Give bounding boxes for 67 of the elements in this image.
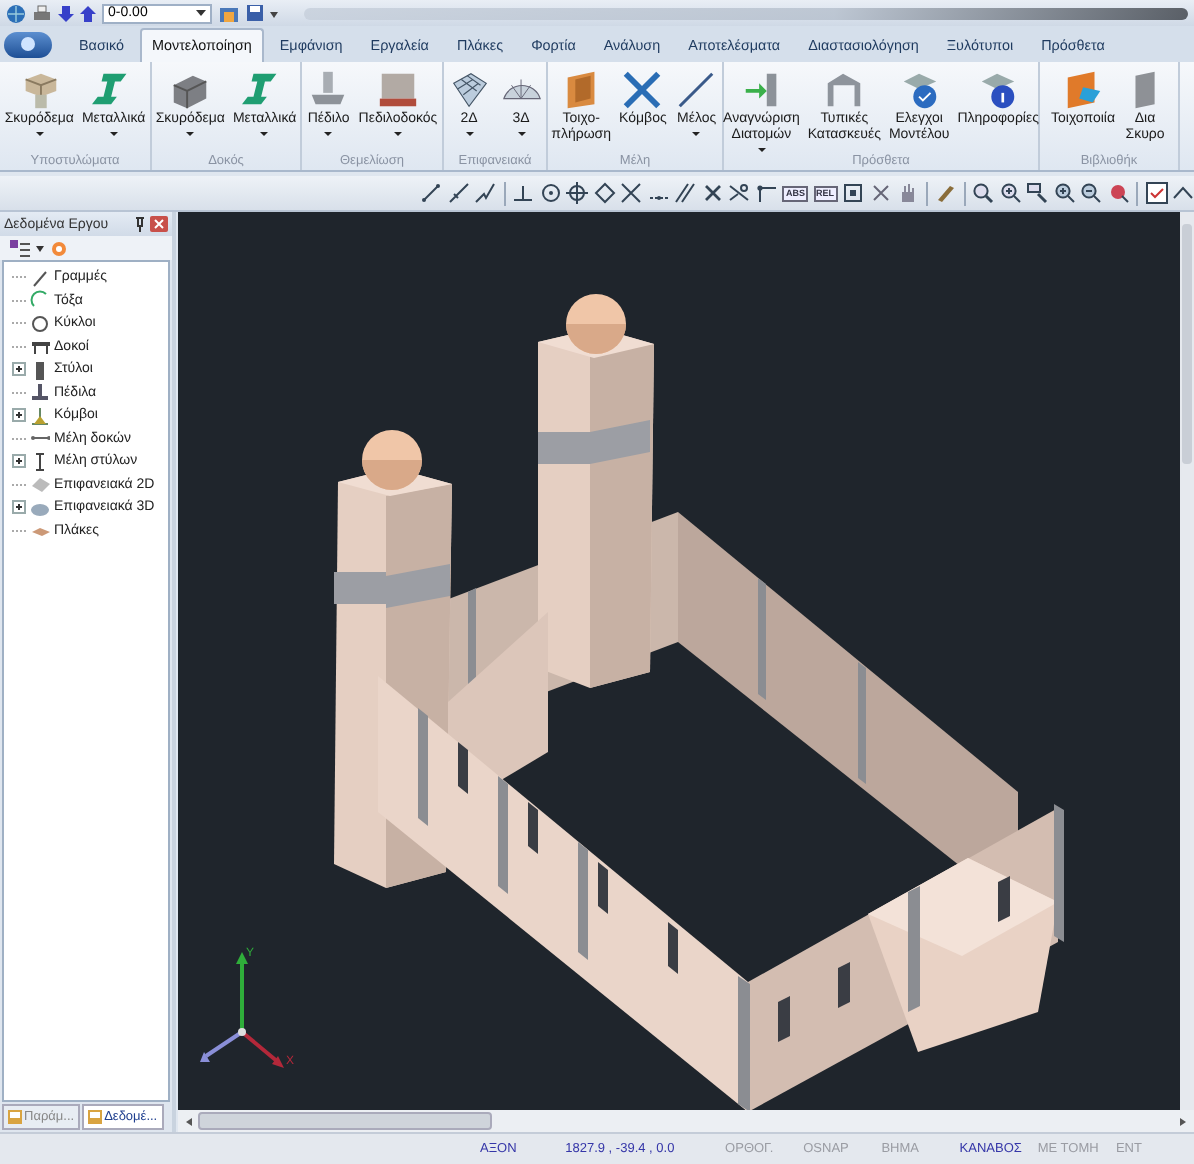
strip-footing-icon — [375, 68, 420, 112]
tree-view-icon[interactable] — [10, 239, 30, 257]
down-arrow-icon[interactable] — [58, 3, 74, 23]
window-select-icon[interactable] — [842, 182, 864, 204]
grid-surface-icon — [447, 68, 491, 112]
node-icon — [620, 68, 665, 112]
diamond-snap-icon[interactable] — [593, 182, 616, 204]
target-snap-icon[interactable] — [566, 182, 589, 204]
caret-icon — [465, 131, 473, 135]
axis-triad-drawing — [200, 952, 284, 1068]
expand-toggle[interactable] — [12, 500, 26, 515]
line-draw-icon[interactable] — [447, 182, 470, 204]
zoom-in-icon[interactable] — [1053, 182, 1075, 204]
vertical-scrollbar[interactable] — [1180, 212, 1194, 1110]
document-icon — [8, 1110, 22, 1124]
pin-icon[interactable] — [134, 216, 146, 232]
caret-icon — [109, 131, 118, 135]
caret-icon — [324, 131, 333, 135]
zoom-in-icon[interactable] — [999, 182, 1021, 204]
line-draw-icon[interactable] — [420, 182, 443, 204]
caret-icon — [517, 131, 525, 135]
document-icon — [88, 1110, 103, 1124]
perpendicular-icon[interactable] — [512, 182, 535, 204]
zoom-window-icon[interactable] — [1026, 182, 1048, 204]
checkbox-icon[interactable] — [1145, 182, 1167, 204]
parallel-icon[interactable] — [674, 182, 697, 204]
hand-icon[interactable] — [896, 182, 918, 204]
cross-icon[interactable] — [701, 182, 724, 204]
caret-icon — [393, 131, 402, 135]
circle-icon — [30, 313, 50, 334]
expand-toggle[interactable] — [12, 362, 26, 377]
cross-icon[interactable] — [869, 182, 891, 204]
chevron-up-icon[interactable] — [1172, 182, 1194, 204]
close-icon[interactable] — [150, 216, 168, 232]
arc-icon — [30, 290, 50, 311]
node-icon — [30, 405, 50, 426]
caret-icon — [757, 147, 766, 151]
up-arrow-icon[interactable] — [80, 3, 96, 23]
member-icon — [674, 68, 719, 112]
caret-icon — [692, 131, 701, 135]
column-member-icon — [30, 451, 50, 472]
save-icon[interactable] — [246, 4, 264, 22]
caret-icon — [35, 131, 44, 135]
polyline-icon[interactable] — [474, 182, 497, 204]
dropdown-caret-icon — [196, 9, 206, 17]
zoom-extents-icon[interactable] — [1107, 182, 1129, 204]
line-icon — [30, 267, 50, 288]
intersection-icon[interactable] — [620, 182, 643, 204]
caret-icon — [260, 131, 269, 135]
expand-toggle[interactable] — [12, 408, 26, 423]
printer-icon[interactable] — [32, 3, 52, 23]
pencil-icon[interactable] — [934, 182, 956, 204]
application-menu-button[interactable] — [4, 31, 52, 57]
trim-icon[interactable] — [728, 182, 751, 204]
zoom-out-icon[interactable] — [1080, 182, 1102, 204]
zoom-out-icon[interactable] — [972, 182, 994, 204]
caret-icon — [186, 131, 195, 135]
footing-icon — [30, 382, 50, 403]
circle-snap-icon[interactable] — [539, 182, 562, 204]
surface2d-icon — [30, 474, 50, 495]
horizontal-scrollbar[interactable] — [178, 1110, 1194, 1132]
building-icon[interactable] — [218, 3, 240, 23]
caret-icon[interactable] — [36, 245, 44, 251]
beam-icon — [30, 336, 50, 357]
expand-toggle[interactable] — [12, 454, 26, 469]
column-icon — [30, 359, 50, 380]
corner-icon[interactable] — [755, 182, 778, 204]
